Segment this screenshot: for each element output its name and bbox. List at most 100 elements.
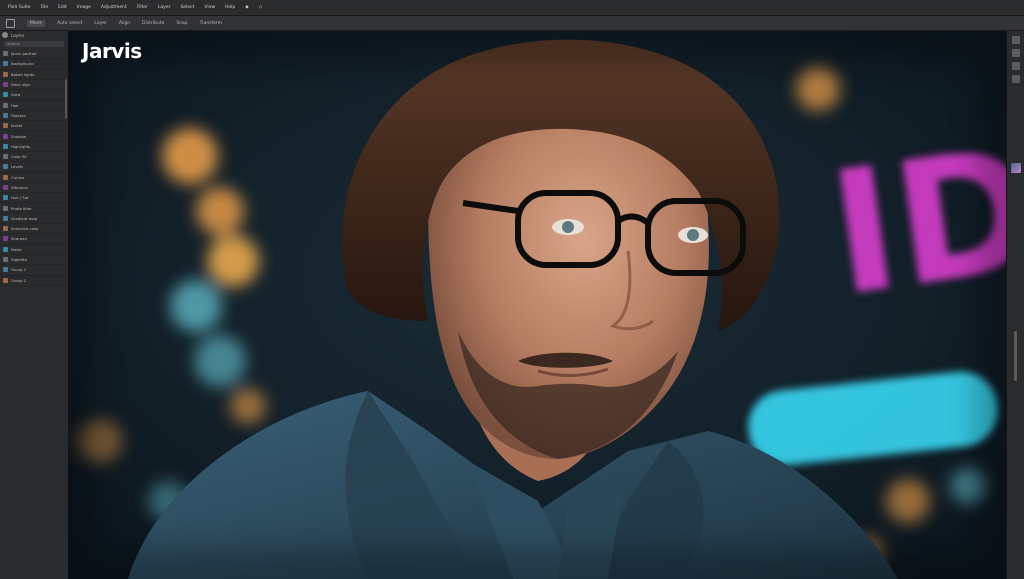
watermark-logo: Jarvis — [82, 39, 142, 63]
properties-icon[interactable] — [1012, 62, 1020, 70]
option-layer[interactable]: Layer — [94, 21, 107, 26]
layer-thumbnail-icon — [3, 205, 8, 211]
layer-thumbnail-icon — [3, 164, 8, 170]
layer-label: Shadow — [11, 133, 26, 139]
layer-label: Hair — [11, 102, 19, 108]
layer-label: Vignette — [11, 257, 28, 263]
menu-file[interactable]: File — [41, 5, 49, 10]
layer-row[interactable]: Hair — [0, 100, 68, 111]
layers-search-input[interactable]: Search — [4, 41, 64, 47]
layer-row[interactable]: Noise — [0, 245, 68, 255]
layer-label: Neon sign — [11, 82, 30, 88]
layer-thumbnail-icon — [3, 267, 8, 273]
layer-label: Selective color — [11, 226, 39, 232]
layer-thumbnail-icon — [3, 61, 8, 67]
layer-label: Jacket — [11, 123, 23, 129]
menu-extra-1[interactable]: ◆ — [245, 5, 248, 10]
layer-row[interactable]: Group 1 — [0, 265, 68, 276]
layer-thumbnail-icon — [3, 112, 8, 118]
layer-row[interactable]: Sharpen — [0, 234, 68, 245]
option-distribute[interactable]: Distribute — [142, 21, 164, 26]
options-bar: Move Auto select Layer Align Distribute … — [0, 16, 1024, 31]
layer-row[interactable]: Curves — [0, 173, 68, 183]
menu-filter[interactable]: Filter — [137, 5, 148, 10]
layer-row[interactable]: Selective color — [0, 224, 68, 235]
layer-label: Background — [11, 61, 34, 67]
option-transform[interactable]: Transform — [200, 21, 222, 26]
layer-label: Bokeh lights — [11, 71, 35, 77]
layers-panel-title: Layers — [11, 32, 25, 38]
layer-row[interactable]: Vignette — [0, 255, 68, 266]
layer-thumbnail-icon — [3, 123, 8, 129]
menu-image[interactable]: Image — [77, 5, 91, 10]
menu-help[interactable]: Help — [225, 5, 235, 10]
layer-thumbnail-icon — [3, 277, 8, 283]
layer-row[interactable]: Glow — [0, 90, 68, 101]
layer-row[interactable]: Photo filter — [0, 203, 68, 214]
layer-row[interactable]: Group 2 — [0, 276, 68, 286]
layer-thumbnail-icon — [3, 71, 8, 77]
layer-thumbnail-icon — [3, 102, 8, 108]
layer-label: Sharpen — [11, 236, 27, 242]
menu-app-name[interactable]: Pixlr Suite — [8, 5, 31, 10]
option-move[interactable]: Move — [27, 19, 46, 27]
layer-list: Jarvis portrait Background Bokeh lights Neo… — [0, 49, 68, 286]
preview-thumbnail[interactable] — [1011, 163, 1021, 173]
right-scrollbar[interactable] — [1014, 331, 1017, 381]
adjust-icon[interactable] — [1012, 49, 1020, 57]
layer-label: Vibrance — [11, 185, 28, 190]
menu-bar: Pixlr Suite File Edit Image Adjustment F… — [0, 0, 1024, 16]
layer-row[interactable]: Levels — [0, 162, 68, 173]
layer-label: Group 1 — [11, 267, 27, 273]
layer-label: Hue / Sat — [11, 195, 29, 201]
image-canvas[interactable]: IDS Jarvis — [68, 31, 1006, 579]
menu-view[interactable]: View — [204, 5, 215, 10]
layer-row[interactable]: Neon sign — [0, 80, 68, 91]
layers-panel: Layers Search Jarvis portrait Background B… — [0, 31, 69, 579]
layer-row[interactable]: Gradient map — [0, 214, 68, 225]
portrait-image: IDS — [68, 31, 1006, 579]
layer-row[interactable]: Jacket — [0, 121, 68, 132]
layer-label: Color fill — [11, 154, 27, 160]
option-snap[interactable]: Snap — [176, 21, 187, 26]
layer-thumbnail-icon — [3, 236, 8, 242]
layer-thumbnail-icon — [3, 226, 8, 232]
layer-row[interactable]: Highlights — [0, 142, 68, 152]
menu-layer[interactable]: Layer — [158, 5, 171, 10]
menu-extra-2[interactable]: ◇ — [259, 5, 262, 10]
menu-adjustment[interactable]: Adjustment — [101, 5, 127, 10]
menu-edit[interactable]: Edit — [58, 5, 67, 10]
layer-thumbnail-icon — [3, 133, 8, 139]
avatar[interactable] — [2, 32, 8, 38]
layer-label: Curves — [11, 174, 25, 180]
layer-thumbnail-icon — [3, 215, 8, 221]
layer-row[interactable]: Background — [0, 59, 68, 70]
layer-row[interactable]: Shadow — [0, 131, 68, 142]
layer-row[interactable]: Vibrance — [0, 183, 68, 194]
history-icon[interactable] — [1012, 36, 1020, 44]
layer-thumbnail-icon — [3, 51, 8, 57]
layer-thumbnail-icon — [3, 92, 8, 98]
layer-thumbnail-icon — [3, 143, 8, 149]
layers-icon[interactable] — [1012, 75, 1020, 83]
option-auto-select[interactable]: Auto select — [57, 21, 82, 26]
layers-scrollbar[interactable] — [65, 79, 67, 119]
layer-row[interactable]: Color fill — [0, 152, 68, 163]
layer-thumbnail-icon — [3, 257, 8, 263]
option-align[interactable]: Align — [119, 21, 130, 26]
layer-row[interactable]: Bokeh lights — [0, 70, 68, 80]
move-tool-icon[interactable] — [6, 18, 15, 28]
layer-label: Group 2 — [11, 277, 27, 283]
layer-label: Glasses — [11, 112, 26, 118]
layer-thumbnail-icon — [3, 185, 8, 190]
layer-thumbnail-icon — [3, 174, 8, 180]
layer-label: Noise — [11, 246, 22, 252]
menu-select[interactable]: Select — [180, 5, 194, 10]
layer-thumbnail-icon — [3, 154, 8, 160]
layer-thumbnail-icon — [3, 195, 8, 201]
layer-thumbnail-icon — [3, 246, 8, 252]
layer-row[interactable]: Hue / Sat — [0, 193, 68, 204]
layer-row[interactable]: Jarvis portrait — [0, 49, 68, 60]
layer-row[interactable]: Glasses — [0, 111, 68, 122]
layer-label: Highlights — [11, 143, 31, 149]
